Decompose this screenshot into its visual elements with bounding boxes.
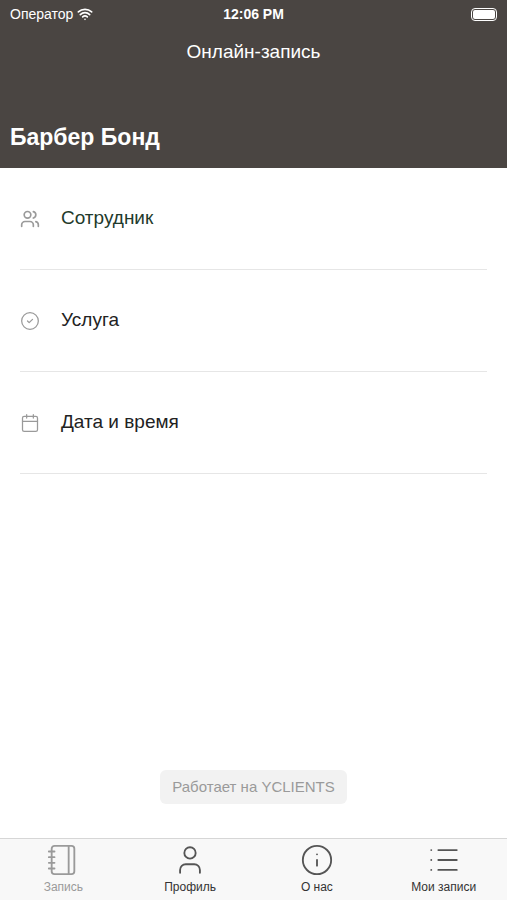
list-icon xyxy=(427,843,461,877)
tab-label: Запись xyxy=(44,878,83,896)
check-circle-icon xyxy=(20,311,40,331)
tab-item[interactable]: Мои записи xyxy=(380,839,507,900)
tab-item[interactable]: О нас xyxy=(254,839,381,900)
calendar-icon xyxy=(20,413,40,433)
tab-label: О нас xyxy=(301,878,333,896)
carrier: Оператор xyxy=(10,4,73,25)
salon-name: Барбер Бонд xyxy=(0,120,507,169)
tab-label: Мои записи xyxy=(411,878,476,896)
step-label: Дата и время xyxy=(61,408,179,437)
step-label: Сотрудник xyxy=(61,204,153,233)
person-icon xyxy=(173,843,207,877)
tab-label: Профиль xyxy=(164,878,216,896)
steps-list: Сотрудник Услуга Дата и время xyxy=(0,168,507,474)
screen-title: Онлайн-запись xyxy=(0,28,507,67)
wifi-icon xyxy=(77,6,93,22)
people-icon xyxy=(20,209,40,229)
header: Оператор 12:06 PM Онлайн-запись Барбер Бонд xyxy=(0,0,507,168)
step-row[interactable]: Услуга xyxy=(20,270,487,372)
tab-item[interactable]: Запись xyxy=(0,839,127,900)
app-screen: Оператор 12:06 PM Онлайн-запись Барбер Бонд… xyxy=(0,0,507,900)
clock: 12:06 PM xyxy=(223,4,284,25)
tab-bar: Запись Профиль О нас Мои записи xyxy=(0,838,507,900)
battery-icon xyxy=(471,8,497,21)
step-row[interactable]: Сотрудник xyxy=(20,168,487,270)
tab-item[interactable]: Профиль xyxy=(127,839,254,900)
step-row[interactable]: Дата и время xyxy=(20,372,487,474)
status-bar: Оператор 12:06 PM xyxy=(0,0,507,28)
info-icon xyxy=(300,843,334,877)
notebook-icon xyxy=(46,843,80,877)
powered-by-badge: Работает на YCLIENTS xyxy=(160,770,347,805)
step-label: Услуга xyxy=(61,306,119,335)
